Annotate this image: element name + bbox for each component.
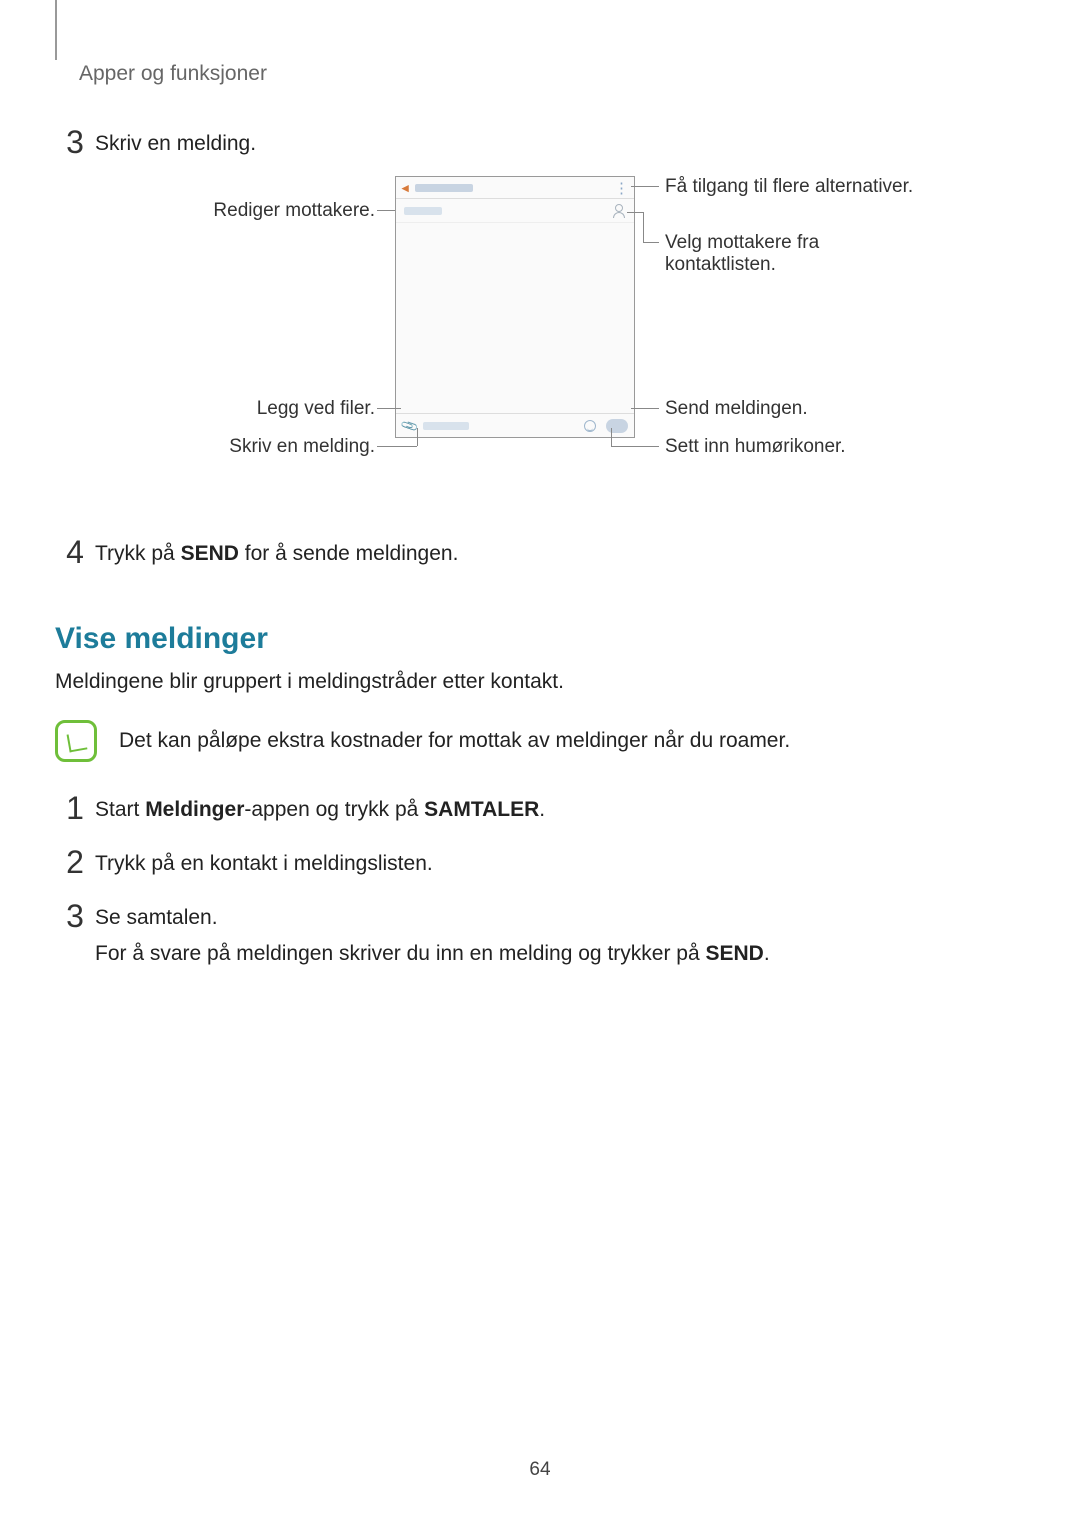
bold-text: SEND xyxy=(181,542,239,565)
callout-line xyxy=(377,408,401,409)
section-paragraph: Meldingene blir gruppert i meldingstråde… xyxy=(55,670,1010,694)
step-number: 4 xyxy=(55,536,95,568)
text: for å sende meldingen. xyxy=(239,542,458,565)
vstep-1: 1 Start Meldinger-appen og trykk på SAMT… xyxy=(55,792,1010,824)
step-4: 4 Trykk på SEND for å sende meldingen. xyxy=(55,536,1010,568)
more-icon: ⋮ xyxy=(614,179,628,197)
view-steps: 1 Start Meldinger-appen og trykk på SAMT… xyxy=(55,792,1010,966)
page-number: 64 xyxy=(0,1459,1080,1481)
phone-topbar: ◂ ⋮ xyxy=(396,177,634,199)
text: Start xyxy=(95,798,145,821)
callout-edit-recipients: Rediger mottakere. xyxy=(165,200,375,222)
step-number: 1 xyxy=(55,792,95,824)
step-text: Skriv en melding. xyxy=(95,126,256,158)
phone-body xyxy=(396,223,634,413)
vstep-3: 3 Se samtalen. For å svare på meldingen … xyxy=(55,900,1010,966)
step-text: Trykk på SEND for å sende meldingen. xyxy=(95,536,458,568)
callout-line xyxy=(643,242,659,243)
callout-line xyxy=(631,186,659,187)
text: Trykk på xyxy=(95,542,181,565)
text: . xyxy=(764,942,770,965)
section-heading: Vise meldinger xyxy=(55,622,1010,656)
vstep-2: 2 Trykk på en kontakt i meldingslisten. xyxy=(55,846,1010,878)
phone-input-row: 📎 xyxy=(396,413,634,437)
recipient-placeholder xyxy=(404,207,442,215)
callout-attach-files: Legg ved filer. xyxy=(195,398,375,420)
callout-write-message: Skriv en melding. xyxy=(175,436,375,458)
bold-text: Meldinger xyxy=(145,798,244,821)
step-text: Trykk på en kontakt i meldingslisten. xyxy=(95,846,433,878)
input-placeholder xyxy=(423,422,469,430)
substep: For å svare på meldingen skriver du inn … xyxy=(95,942,770,966)
step-text: Se samtalen. For å svare på meldingen sk… xyxy=(95,900,770,966)
note-text: Det kan påløpe ekstra kostnader for mott… xyxy=(119,729,790,753)
bold-text: SAMTALER xyxy=(424,798,539,821)
callout-send-message: Send meldingen. xyxy=(665,398,808,420)
breadcrumb: Apper og funksjoner xyxy=(79,30,1010,86)
back-icon: ◂ xyxy=(402,180,409,196)
callout-more-options: Få tilgang til flere alternativer. xyxy=(665,176,913,198)
callout-line xyxy=(611,446,659,447)
note-icon xyxy=(55,720,97,762)
step-3: 3 Skriv en melding. xyxy=(55,126,1010,158)
text: . xyxy=(539,798,545,821)
phone-screenshot: ◂ ⋮ 📎 xyxy=(395,176,635,438)
callout-line xyxy=(377,446,417,447)
callout-line xyxy=(631,408,659,409)
step-number: 3 xyxy=(55,126,95,158)
callout-insert-emoticons: Sett inn humørikoner. xyxy=(665,436,846,458)
pencil-icon xyxy=(65,730,87,752)
callout-line xyxy=(627,212,643,213)
send-icon xyxy=(606,419,628,433)
step-number: 2 xyxy=(55,846,95,878)
callout-select-recipients: Velg mottakere fra kontaktlisten. xyxy=(665,232,875,276)
callout-line xyxy=(611,428,612,446)
text: -appen og trykk på xyxy=(244,798,424,821)
step-text: Start Meldinger-appen og trykk på SAMTAL… xyxy=(95,792,545,824)
title-placeholder xyxy=(415,184,473,192)
side-rule xyxy=(55,0,57,60)
emoticon-icon xyxy=(584,420,596,432)
callout-line xyxy=(377,210,395,211)
note-row: Det kan påløpe ekstra kostnader for mott… xyxy=(55,720,1010,762)
callout-line xyxy=(643,212,644,242)
phone-recipient-row xyxy=(396,199,634,223)
contact-icon xyxy=(612,204,626,218)
text: For å svare på meldingen skriver du inn … xyxy=(95,942,705,965)
text: Se samtalen. xyxy=(95,906,218,929)
message-diagram: ◂ ⋮ 📎 Rediger mottakere. Legg ved filer.… xyxy=(55,176,1010,476)
callout-line xyxy=(417,428,418,446)
step-number: 3 xyxy=(55,900,95,966)
bold-text: SEND xyxy=(705,942,763,965)
